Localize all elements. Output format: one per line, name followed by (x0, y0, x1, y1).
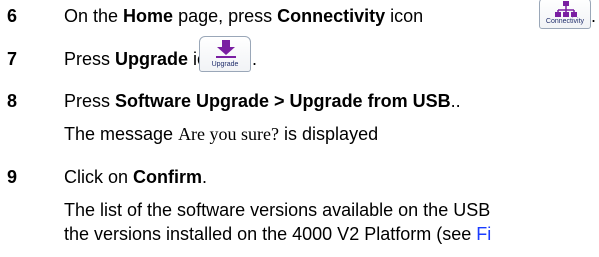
ui-term-connectivity: Connectivity (277, 6, 386, 26)
text: the versions installed on the 4000 V2 Pl… (64, 224, 477, 244)
step-text-line-3: the versions installed on the 4000 V2 Pl… (64, 224, 491, 244)
text: .. (450, 91, 461, 111)
dialog-message: Are you sure? (178, 124, 280, 144)
step-number: 9 (7, 167, 18, 187)
document-page: 6 On the Home page, press Connectivity i… (0, 0, 599, 257)
text: . (202, 167, 208, 187)
icon-caption: Upgrade (211, 61, 239, 68)
text: page, press (173, 6, 278, 26)
text: Press (64, 91, 116, 111)
step-number: 8 (7, 91, 18, 111)
ui-term-upgrade: Upgrade (115, 49, 189, 69)
text: Press (64, 49, 116, 69)
text: The message (64, 124, 179, 144)
text: On the (64, 6, 124, 26)
text: icon (385, 6, 424, 26)
download-arrow-icon (216, 40, 236, 58)
step-text-line-2: The message Are you sure? is displayed (64, 124, 378, 144)
step-text: Click on Confirm. (64, 167, 207, 187)
trailing-period: . (591, 6, 597, 26)
step-number: 6 (7, 6, 18, 26)
step-text: Press Software Upgrade > Upgrade from US… (64, 91, 461, 111)
figure-reference-link[interactable]: Fi (476, 224, 491, 244)
text: Click on (64, 167, 134, 187)
connectivity-icon: Connectivity (539, 0, 591, 29)
step-text: On the Home page, press Connectivity ico… (64, 6, 423, 26)
step-number: 7 (7, 49, 18, 69)
text: is displayed (279, 124, 379, 144)
upgrade-icon: Upgrade (199, 36, 251, 72)
trailing-period: . (252, 49, 258, 69)
ui-term-software-upgrade-path: Software Upgrade > Upgrade from USB (115, 91, 451, 111)
step-text-line-2: The list of the software versions availa… (64, 200, 491, 220)
network-nodes-icon (555, 1, 577, 17)
ui-term-home: Home (123, 6, 174, 26)
ui-term-confirm: Confirm (133, 167, 203, 187)
icon-caption: Connectivity (545, 18, 585, 25)
